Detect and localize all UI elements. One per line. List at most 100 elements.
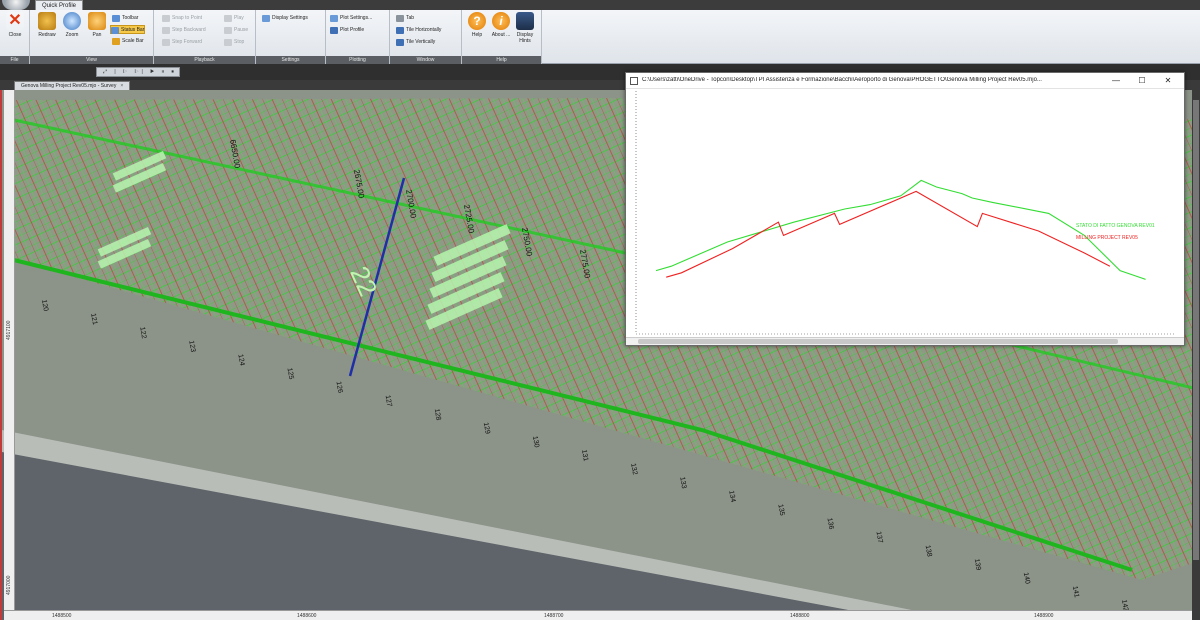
tile-vertical-icon xyxy=(396,39,404,46)
legend-entry-existing: STATO DI FATTO GENOVA REV01 xyxy=(1076,223,1155,229)
step-forward-button[interactable]: Step Forward xyxy=(162,38,202,47)
magnifier-icon xyxy=(63,12,81,30)
app-logo-icon[interactable] xyxy=(2,0,30,10)
profile-window-title: C:\Users\zatti\OneDrive - Topcon\Desktop… xyxy=(642,77,1042,83)
profile-line-existing xyxy=(655,179,1146,280)
help-button[interactable]: ? Help xyxy=(466,12,488,52)
section-label: 128 xyxy=(433,408,442,421)
section-label: 133 xyxy=(678,476,687,489)
stop-button[interactable]: Stop xyxy=(224,38,244,47)
close-button[interactable]: ✕ Close xyxy=(4,12,26,52)
close-icon: ✕ xyxy=(6,12,24,30)
section-label: 141 xyxy=(1071,586,1080,599)
ribbon-tab-quick-profile[interactable]: Quick Profile xyxy=(35,0,84,10)
section-label: 126 xyxy=(335,381,344,394)
snap-icon xyxy=(162,15,170,22)
section-label: 130 xyxy=(531,436,540,449)
status-bar-toggle[interactable]: Status Bar xyxy=(110,25,146,34)
document-tab-label: Genova Milling Project Rev05.mjo - Surve… xyxy=(21,83,117,89)
toolbar-icon xyxy=(112,15,120,22)
legend-entry-milling: MILLING PROJECT REV05 xyxy=(1076,235,1138,241)
tab-icon xyxy=(396,15,404,22)
ribbon: ✕ Close File Redraw Zoom Pan Toolbar Sta… xyxy=(0,10,1200,64)
section-label: 135 xyxy=(776,504,785,517)
status-bar-icon xyxy=(111,27,119,34)
section-label: 138 xyxy=(924,545,933,558)
profile-chart[interactable] xyxy=(626,89,1184,337)
ribbon-group-window: Tab Tile Horizontally Tile Vertically Wi… xyxy=(390,10,462,64)
profile-scroll-thumb[interactable] xyxy=(638,339,1118,344)
ribbon-group-settings: Display Settings Settings xyxy=(256,10,326,64)
pan-button[interactable]: Pan xyxy=(86,12,108,52)
redraw-button[interactable]: Redraw xyxy=(36,12,58,52)
profile-line-milling xyxy=(666,190,1111,278)
info-icon: i xyxy=(492,12,510,30)
vertical-scrollbar-thumb[interactable] xyxy=(1193,100,1199,560)
scale-bar-icon xyxy=(112,38,120,45)
section-label: 136 xyxy=(826,517,835,530)
playback-mini-toolbar[interactable]: ⤢ | ▷ ▷| ▶ ⏸ ⏹ xyxy=(96,67,180,77)
profile-series xyxy=(655,179,1146,280)
plot-settings-button[interactable]: Plot Settings... xyxy=(330,14,372,23)
ribbon-group-plotting: Plot Settings... Plot Profile Plotting xyxy=(326,10,390,64)
title-bar: Quick Profile xyxy=(0,0,1200,10)
step-backward-button[interactable]: Step Backward xyxy=(162,26,206,35)
section-label: 139 xyxy=(973,558,982,571)
play-button[interactable]: Play xyxy=(224,14,244,23)
minimize-button[interactable]: — xyxy=(1106,75,1126,87)
bottom-ruler-label: 1488600 xyxy=(297,613,317,619)
display-settings-button[interactable]: Display Settings xyxy=(262,14,308,23)
section-label: 129 xyxy=(482,422,491,435)
plot-profile-button[interactable]: Plot Profile xyxy=(330,26,364,35)
tile-horizontally-button[interactable]: Tile Horizontally xyxy=(396,26,441,35)
section-label: 122 xyxy=(138,326,147,339)
profile-horizontal-scrollbar[interactable] xyxy=(626,337,1184,345)
plot-settings-icon xyxy=(330,15,338,22)
scale-bar-toggle[interactable]: Scale Bar xyxy=(112,37,144,46)
step-backward-icon xyxy=(162,27,170,34)
tile-horizontal-icon xyxy=(396,27,404,34)
step-forward-icon xyxy=(162,39,170,46)
question-icon: ? xyxy=(468,12,486,30)
plot-profile-icon xyxy=(330,27,338,34)
tab-window-button[interactable]: Tab xyxy=(396,14,414,23)
profile-window[interactable]: C:\Users\zatti\OneDrive - Topcon\Desktop… xyxy=(625,72,1185,346)
pause-button[interactable]: Pause xyxy=(224,26,248,35)
profile-window-titlebar[interactable]: C:\Users\zatti\OneDrive - Topcon\Desktop… xyxy=(626,73,1184,89)
bottom-ruler-label: 1488800 xyxy=(790,613,810,619)
ribbon-group-file: ✕ Close File xyxy=(0,10,30,64)
document-tab-close-icon[interactable]: × xyxy=(120,83,123,89)
section-label: 125 xyxy=(286,367,295,380)
pause-icon xyxy=(224,27,232,34)
ribbon-group-view: Redraw Zoom Pan Toolbar Status Bar Scale… xyxy=(30,10,154,64)
zoom-button[interactable]: Zoom xyxy=(61,12,83,52)
section-label: 131 xyxy=(580,449,589,462)
section-label: 120 xyxy=(40,299,49,312)
tile-vertically-button[interactable]: Tile Vertically xyxy=(396,38,435,47)
display-hints-button[interactable]: Display Hints xyxy=(514,12,536,52)
stop-icon xyxy=(224,39,232,46)
settings-icon xyxy=(262,15,270,22)
section-label: 124 xyxy=(236,354,245,367)
section-label: 121 xyxy=(89,313,98,326)
snap-to-point-button[interactable]: Snap to Point xyxy=(162,14,202,23)
ribbon-group-playback: Snap to Point Step Backward Step Forward… xyxy=(154,10,256,64)
monitor-icon xyxy=(516,12,534,30)
bottom-ruler-label: 1488900 xyxy=(1034,613,1054,619)
window-icon xyxy=(630,77,638,85)
play-icon xyxy=(224,15,232,22)
vertical-scrollbar[interactable] xyxy=(1192,90,1200,620)
toolbar-toggle[interactable]: Toolbar xyxy=(112,14,138,23)
left-ruler-label: 4917100 xyxy=(6,320,12,340)
bottom-ruler-label: 1488500 xyxy=(52,613,72,619)
section-label: 132 xyxy=(629,463,638,476)
about-button[interactable]: i About ... xyxy=(490,12,512,52)
section-label: 140 xyxy=(1022,572,1031,585)
close-window-button[interactable]: ✕ xyxy=(1158,75,1178,87)
maximize-button[interactable]: ☐ xyxy=(1132,75,1152,87)
hand-icon xyxy=(88,12,106,30)
bottom-ruler: 1488500 1488600 1488700 1488800 1488900 xyxy=(4,610,1200,620)
left-ruler-label: 4917000 xyxy=(6,575,12,595)
redraw-icon xyxy=(38,12,56,30)
document-tab[interactable]: Genova Milling Project Rev05.mjo - Surve… xyxy=(14,81,131,90)
